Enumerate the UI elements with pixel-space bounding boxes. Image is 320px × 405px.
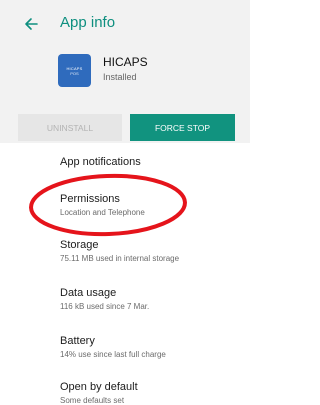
setting-title: Storage [60,239,99,251]
app-icon: HICAPS POS [58,54,91,87]
page-title: App info [60,14,116,31]
app-header: App info HICAPS POS HICAPS Installed UNI… [0,0,250,143]
setting-title: Data usage [60,287,117,299]
setting-title: Open by default [60,381,138,393]
app-icon-sub-text: POS [70,70,79,76]
setting-subtitle: 75.11 MB used in internal storage [60,254,180,263]
setting-app-notifications[interactable]: App notifications [60,156,141,168]
setting-title: Battery [60,335,95,347]
back-button[interactable] [17,10,45,38]
setting-open-by-default[interactable]: Open by default Some defaults set [60,381,138,405]
setting-storage[interactable]: Storage 75.11 MB used in internal storag… [60,239,179,263]
setting-subtitle: Location and Telephone [60,208,145,217]
setting-subtitle: Some defaults set [60,396,125,405]
force-stop-button[interactable]: FORCE STOP [130,114,235,141]
setting-subtitle: 14% use since last full charge [60,350,166,359]
app-install-status: Installed [103,72,137,82]
setting-subtitle: 116 kB used since 7 Mar. [60,302,150,311]
arrow-left-icon [25,18,38,30]
setting-battery[interactable]: Battery 14% use since last full charge [60,335,166,359]
uninstall-button: UNINSTALL [18,114,122,141]
app-name: HICAPS [103,55,148,69]
setting-data-usage[interactable]: Data usage 116 kB used since 7 Mar. [60,287,149,311]
setting-permissions[interactable]: Permissions Location and Telephone [60,193,145,217]
setting-title: Permissions [60,193,120,205]
setting-title: App notifications [60,156,141,168]
